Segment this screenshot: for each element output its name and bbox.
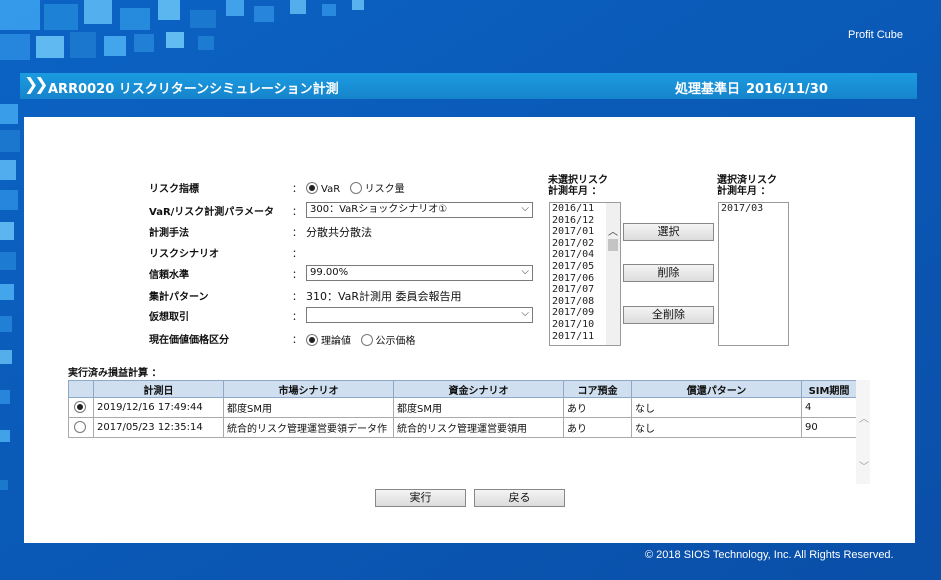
col-header-market: 市場シナリオ bbox=[223, 380, 394, 398]
risk-metric-var-label: VaR bbox=[321, 184, 341, 195]
title-bar: ❯❯ ARR0020 リスクリターンシミュレーション計測 処理基準日 2016/1… bbox=[20, 73, 917, 99]
selected-months-items: 2017/03 bbox=[719, 203, 788, 215]
pv-price-theoretical-label: 理論値 bbox=[321, 336, 351, 347]
risk-metric-amount-radio[interactable] bbox=[349, 182, 362, 194]
cell-redemption: なし bbox=[631, 397, 802, 418]
cell-date: 2019/12/16 17:49:44 bbox=[93, 397, 224, 418]
col-header-core: コア預金 bbox=[563, 380, 632, 398]
double-chevron-right-icon: ❯❯ bbox=[24, 75, 48, 95]
colon: ： bbox=[292, 207, 302, 218]
risk-metric-var-radio[interactable] bbox=[306, 182, 318, 194]
results-scrollbar[interactable]: ︿ ﹀ bbox=[856, 380, 870, 484]
remove-button[interactable]: 削除 bbox=[623, 264, 714, 282]
cell-sim: 4 bbox=[801, 397, 857, 418]
processing-date-value: 2016/11/30 bbox=[746, 82, 828, 97]
results-title: 実行済み損益計算 ： bbox=[68, 368, 162, 379]
colon: ： bbox=[292, 184, 302, 195]
var-param-value: 300：VaRショックシナリオ① bbox=[310, 204, 448, 215]
month-list-item[interactable]: 2017/03 bbox=[719, 203, 788, 215]
pv-price-radio-group: 理論値 公示価格 bbox=[306, 332, 422, 347]
col-header-date: 計測日 bbox=[93, 380, 224, 398]
scroll-thumb[interactable] bbox=[608, 239, 618, 251]
chevron-down-icon: ⌵ bbox=[521, 308, 529, 319]
results-header-row: 計測日 市場シナリオ 資金シナリオ コア預金 償還パターン SIM期間 bbox=[68, 380, 857, 398]
method-value: 分散共分散法 bbox=[306, 226, 372, 239]
cell-date: 2017/05/23 12:35:14 bbox=[93, 417, 224, 438]
risk-metric-label: リスク指標 bbox=[149, 184, 199, 195]
row-radio[interactable] bbox=[73, 401, 86, 413]
processing-date-label: 処理基準日 bbox=[675, 82, 741, 97]
var-param-label: VaR/リスク計測パラメータ bbox=[149, 207, 274, 218]
row-select-cell bbox=[68, 417, 94, 438]
chevron-down-icon[interactable]: ﹀ bbox=[859, 458, 869, 473]
row-select-cell bbox=[68, 397, 94, 418]
col-header-select bbox=[68, 380, 94, 398]
main-panel: リスク指標 ： VaR リスク量 VaR/リスク計測パラメータ ： 300：Va… bbox=[24, 117, 915, 543]
pv-price-theoretical-radio[interactable] bbox=[306, 334, 318, 346]
brand-logo: Profit Cube bbox=[848, 29, 904, 41]
unselected-months-list[interactable]: 2016/11 2016/12 2017/01 2017/02 2017/04 2017/… bbox=[549, 202, 621, 346]
selected-months-list[interactable]: 2017/03 bbox=[718, 202, 789, 346]
var-param-select[interactable]: 300：VaRショックシナリオ① ⌵ bbox=[306, 202, 533, 218]
risk-metric-amount-label: リスク量 bbox=[364, 184, 405, 195]
table-row[interactable]: 2019/12/16 17:49:44 都度SM用 都度SM用 あり なし 4 bbox=[68, 397, 857, 418]
aggregation-label: 集計パターン bbox=[149, 292, 209, 303]
confidence-select[interactable]: 99.00% ⌵ bbox=[306, 265, 533, 281]
colon: ： bbox=[292, 312, 302, 323]
unselected-list-label: 未選択リスク 計測年月 ： bbox=[548, 175, 608, 197]
unselected-list-scrollbar[interactable]: ︿ bbox=[606, 203, 620, 345]
colon: ： bbox=[292, 292, 302, 303]
selected-list-label-line1: 選択済リスク bbox=[717, 175, 777, 186]
colon: ： bbox=[292, 249, 302, 260]
cell-market: 統合的リスク管理運営要領データ作 bbox=[223, 417, 394, 438]
pv-price-label: 現在価値価格区分 bbox=[149, 335, 229, 346]
select-button[interactable]: 選択 bbox=[623, 223, 714, 241]
chevron-up-icon[interactable]: ︿ bbox=[608, 223, 618, 238]
cell-funding: 都度SM用 bbox=[393, 397, 564, 418]
back-button[interactable]: 戻る bbox=[474, 489, 565, 507]
colon: ： bbox=[292, 228, 302, 239]
unselected-list-label-line2: 計測年月 ： bbox=[548, 186, 602, 197]
selected-list-label-line2: 計測年月 ： bbox=[717, 186, 771, 197]
processing-date: 処理基準日 2016/11/30 bbox=[675, 78, 828, 97]
col-header-funding: 資金シナリオ bbox=[393, 380, 564, 398]
chevron-down-icon: ⌵ bbox=[521, 203, 529, 214]
results-table: 計測日 市場シナリオ 資金シナリオ コア預金 償還パターン SIM期間 2019… bbox=[68, 380, 857, 438]
colon: ： bbox=[292, 270, 302, 281]
row-radio[interactable] bbox=[73, 421, 86, 433]
colon: ： bbox=[292, 335, 302, 346]
col-header-redemption: 償還パターン bbox=[631, 380, 802, 398]
copyright: © 2018 SIOS Technology, Inc. All Rights … bbox=[645, 549, 894, 561]
unselected-list-label-line1: 未選択リスク bbox=[548, 175, 608, 186]
cell-sim: 90 bbox=[801, 417, 857, 438]
pv-price-published-label: 公示価格 bbox=[375, 336, 416, 347]
cell-core: あり bbox=[563, 417, 632, 438]
method-label: 計測手法 bbox=[149, 228, 189, 239]
remove-all-button[interactable]: 全削除 bbox=[623, 306, 714, 324]
virtual-trade-select[interactable]: ⌵ bbox=[306, 307, 533, 323]
cell-market: 都度SM用 bbox=[223, 397, 394, 418]
pv-price-published-radio[interactable] bbox=[360, 334, 373, 346]
virtual-trade-label: 仮想取引 bbox=[149, 312, 189, 323]
aggregation-value: 310：VaR計測用 委員会報告用 bbox=[306, 290, 462, 303]
page-title: ARR0020 リスクリターンシミュレーション計測 bbox=[48, 82, 339, 97]
chevron-up-icon[interactable]: ︿ bbox=[859, 410, 869, 425]
cell-funding: 統合的リスク管理運営要領用 bbox=[393, 417, 564, 438]
risk-metric-radio-group: VaR リスク量 bbox=[306, 180, 411, 195]
cell-core: あり bbox=[563, 397, 632, 418]
confidence-value: 99.00% bbox=[310, 267, 349, 278]
confidence-label: 信頼水準 bbox=[149, 270, 189, 281]
col-header-sim: SIM期間 bbox=[801, 380, 857, 398]
execute-button[interactable]: 実行 bbox=[375, 489, 466, 507]
table-row[interactable]: 2017/05/23 12:35:14 統合的リスク管理運営要領データ作 統合的… bbox=[68, 417, 857, 438]
cell-redemption: なし bbox=[631, 417, 802, 438]
chevron-down-icon: ⌵ bbox=[521, 266, 529, 277]
selected-list-label: 選択済リスク 計測年月 ： bbox=[717, 175, 777, 197]
scenario-label: リスクシナリオ bbox=[149, 249, 219, 260]
